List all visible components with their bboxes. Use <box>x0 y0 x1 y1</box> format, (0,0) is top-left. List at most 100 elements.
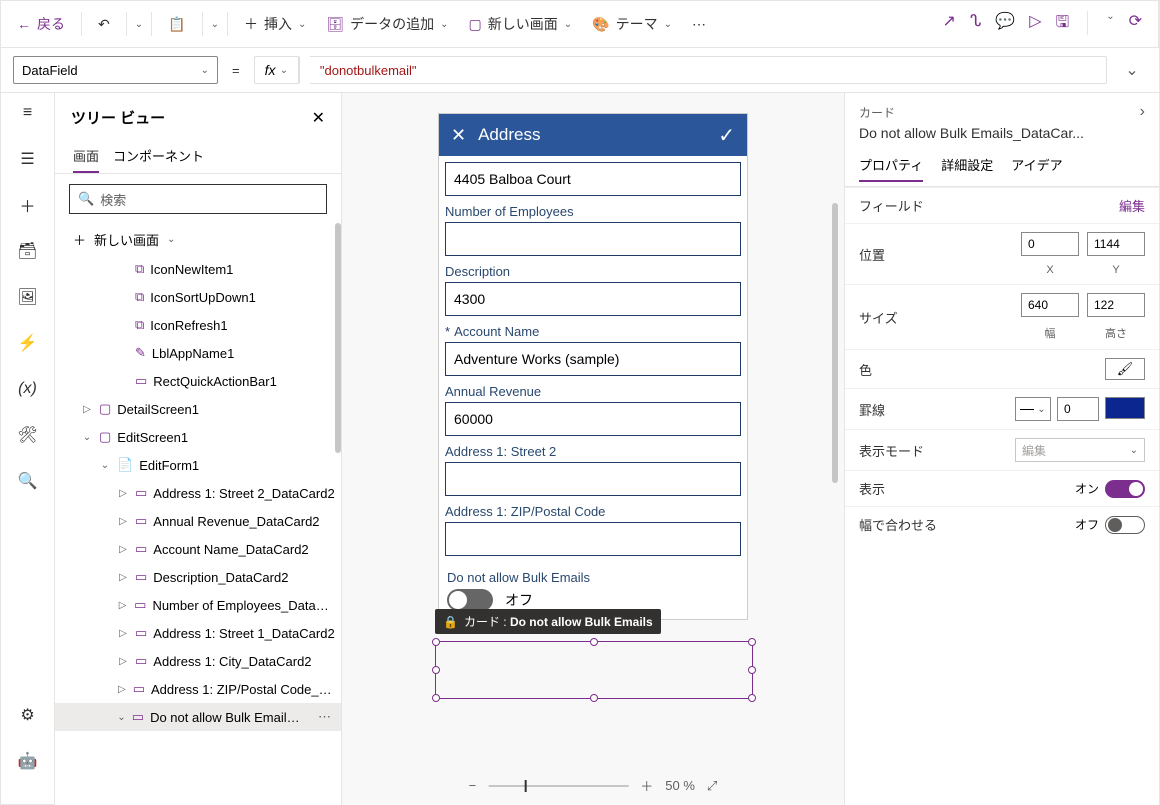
save-icon[interactable]: 🖫 <box>1056 11 1070 38</box>
property-selector[interactable]: DataField ⌄ <box>13 56 218 84</box>
formula-input[interactable]: "donotbulkemail" <box>310 56 1107 84</box>
tree-new-screen-button[interactable]: ＋ 新しい画面 ⌄ <box>55 224 341 255</box>
insert-label: 挿入 <box>264 14 292 34</box>
canvas[interactable]: ✕ Address ✓ Number of Employees Descript… <box>342 93 844 805</box>
tree-item[interactable]: ▷▭Address 1: ZIP/Postal Code_DataCard2 <box>55 675 341 703</box>
border-style-select[interactable]: ⌄ <box>1015 397 1051 421</box>
insert-button[interactable]: ＋ 挿入 ⌄ <box>236 8 314 40</box>
publish-icon[interactable]: ⟳ <box>1129 11 1142 38</box>
caret-icon: ⌄ <box>117 712 126 723</box>
power-automate-icon[interactable]: ⚡ <box>16 331 40 355</box>
width-fit-toggle[interactable] <box>1105 516 1145 534</box>
tree-item-icon: ▢ <box>99 429 111 445</box>
settings-icon[interactable]: ⚙ <box>16 703 40 727</box>
tree-item[interactable]: ⌄📄EditForm1 <box>55 451 341 479</box>
tree-item-label: Account Name_DataCard2 <box>153 542 308 557</box>
edit-fields-link[interactable]: 編集 <box>1119 196 1145 215</box>
caret-icon: ▷ <box>117 488 129 499</box>
tree-item[interactable]: ▷▭Address 1: Street 2_DataCard2 <box>55 479 341 507</box>
num-employees-input[interactable] <box>445 222 741 256</box>
tree-item[interactable]: ▷▭Annual Revenue_DataCard2 <box>55 507 341 535</box>
tree-item-label: IconSortUpDown1 <box>150 290 256 305</box>
tree-item[interactable]: ⌄▢EditScreen1 <box>55 423 341 451</box>
description-input[interactable] <box>445 282 741 316</box>
position-y-input[interactable] <box>1087 232 1145 256</box>
color-picker[interactable]: 🖌 <box>1105 358 1145 380</box>
tree-item[interactable]: ✎LblAppName1 <box>55 339 341 367</box>
tree-item[interactable]: ▷▭Address 1: Street 1_DataCard2 <box>55 619 341 647</box>
bulk-email-toggle[interactable] <box>447 589 493 611</box>
theme-button[interactable]: 🎨 テーマ ⌄ <box>584 8 680 40</box>
variables-icon[interactable]: (x) <box>16 377 40 401</box>
hamburger-icon[interactable]: ≡ <box>16 101 40 125</box>
palette-icon: 🎨 <box>592 16 609 33</box>
tree-item[interactable]: ▷▢DetailScreen1 <box>55 395 341 423</box>
street2-input[interactable] <box>445 462 741 496</box>
fx-button[interactable]: fx⌄ <box>255 57 299 83</box>
tree-search-input[interactable]: 🔍 検索 <box>69 184 327 214</box>
close-icon[interactable]: ✕ <box>451 125 466 146</box>
tree-item[interactable]: ⧉IconNewItem1 <box>55 255 341 283</box>
tree-item-icon: ✎ <box>135 345 146 361</box>
undo-button[interactable]: ↶ <box>90 10 118 39</box>
zoom-slider[interactable] <box>488 785 628 787</box>
share-icon[interactable]: ↗ <box>943 11 956 38</box>
search-icon[interactable]: 🔍 <box>16 469 40 493</box>
overflow-button[interactable]: ⋯ <box>684 10 714 39</box>
border-color-picker[interactable] <box>1105 397 1145 419</box>
more-icon[interactable]: ⋯ <box>312 709 337 725</box>
tree-item[interactable]: ⧉IconSortUpDown1 <box>55 283 341 311</box>
advanced-tools-icon[interactable]: 🛠 <box>16 423 40 447</box>
annual-revenue-input[interactable] <box>445 402 741 436</box>
street1-input[interactable] <box>445 162 741 196</box>
new-screen-button[interactable]: ▢ 新しい画面 ⌄ <box>461 8 581 40</box>
size-h-input[interactable] <box>1087 293 1145 317</box>
tab-ideas[interactable]: アイデア <box>1011 149 1062 182</box>
tree-item[interactable]: ⧉IconRefresh1 <box>55 311 341 339</box>
insert-pane-icon[interactable]: ＋ <box>16 193 40 217</box>
zoom-in-button[interactable]: ＋ <box>640 776 653 795</box>
data-pane-icon[interactable]: 🗃 <box>16 239 40 263</box>
close-icon[interactable]: ✕ <box>312 108 325 128</box>
tab-properties[interactable]: プロパティ <box>859 149 923 182</box>
caret-icon: ▷ <box>117 656 129 667</box>
size-w-input[interactable] <box>1021 293 1079 317</box>
account-name-input[interactable] <box>445 342 741 376</box>
tree-item[interactable]: ▷▭Description_DataCard2 <box>55 563 341 591</box>
app-checker-icon[interactable]: ᔐ <box>970 11 981 38</box>
back-button[interactable]: ← 戻る <box>9 8 73 40</box>
tree-item-label: Address 1: Street 1_DataCard2 <box>153 626 334 641</box>
comments-icon[interactable]: 💬 <box>995 11 1015 38</box>
fit-to-screen-icon[interactable]: ⤢ <box>707 778 717 794</box>
tab-advanced[interactable]: 詳細設定 <box>941 149 993 182</box>
display-mode-select[interactable]: 編集⌄ <box>1015 438 1145 462</box>
formula-expand-button[interactable]: ⌄ <box>1117 60 1147 80</box>
tree-item[interactable]: ▷▭Number of Employees_DataCard2 <box>55 591 341 619</box>
tree-item[interactable]: ▷▭Account Name_DataCard2 <box>55 535 341 563</box>
border-width-input[interactable] <box>1057 397 1099 421</box>
zip-input[interactable] <box>445 522 741 556</box>
paste-button[interactable]: 📋 <box>160 10 193 39</box>
position-x-input[interactable] <box>1021 232 1079 256</box>
tab-components[interactable]: コンポーネント <box>113 140 204 173</box>
tree-view-icon[interactable]: ☰ <box>16 147 40 171</box>
save-split-chevron[interactable]: ⌄ <box>1106 11 1114 38</box>
tree-item[interactable]: ▷▭Address 1: City_DataCard2 <box>55 647 341 675</box>
bulk-email-card[interactable]: Do not allow Bulk Emails オフ <box>445 564 741 613</box>
preview-icon[interactable]: ▷ <box>1029 11 1041 38</box>
scrollbar-thumb[interactable] <box>335 223 341 453</box>
virtual-agent-icon[interactable]: 🤖 <box>16 749 40 773</box>
tree-item[interactable]: ▭RectQuickActionBar1 <box>55 367 341 395</box>
zoom-out-button[interactable]: − <box>469 778 477 793</box>
add-data-button[interactable]: 🗄 データの追加 ⌄ <box>318 8 456 40</box>
canvas-scrollbar[interactable] <box>832 203 838 483</box>
check-icon[interactable]: ✓ <box>718 123 735 148</box>
chevron-right-icon[interactable]: › <box>1140 103 1145 121</box>
media-pane-icon[interactable]: 🖼 <box>16 285 40 309</box>
tab-screens[interactable]: 画面 <box>73 140 99 173</box>
tree-item[interactable]: ⌄▭Do not allow Bulk Emails_DataCard2⋯ <box>55 703 341 731</box>
undo-split-chevron[interactable]: ⌄ <box>135 19 143 30</box>
caret-icon: ▷ <box>117 684 127 695</box>
visible-toggle[interactable] <box>1105 480 1145 498</box>
paste-split-chevron[interactable]: ⌄ <box>211 19 219 30</box>
